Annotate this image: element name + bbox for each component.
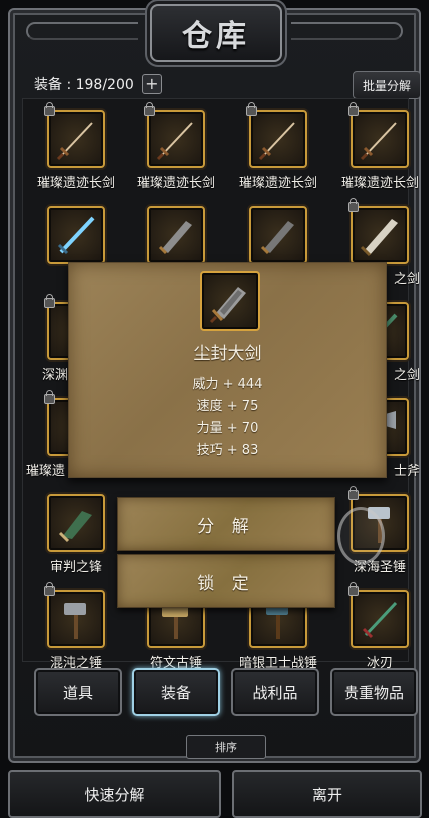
stat-speed: 速度 + 75: [196, 399, 259, 414]
stat-skill: 技巧 + 83: [196, 443, 259, 458]
lock-icon: [44, 294, 55, 308]
selected-item-slot: [200, 271, 260, 331]
tab-loot[interactable]: 战利品: [231, 668, 319, 716]
item-name: 璀璨遗迹长剑: [136, 176, 215, 191]
inventory-count: 装备 : 198/200 +: [34, 73, 162, 95]
item-name: 璀璨遗迹长剑: [36, 176, 115, 191]
item-cell[interactable]: [228, 206, 328, 264]
touch-indicator: [337, 507, 385, 565]
item-cell[interactable]: 璀璨遗迹长剑: [228, 102, 328, 191]
leave-button[interactable]: 离开: [232, 770, 422, 818]
hammer-icon: [64, 603, 86, 639]
title-plate: 仓库: [150, 4, 282, 62]
great-sword-icon: [360, 219, 398, 257]
item-slot[interactable]: [47, 494, 105, 552]
expand-capacity-button[interactable]: +: [141, 74, 162, 94]
item-cell[interactable]: 璀璨遗迹长剑: [126, 102, 226, 191]
item-name: 深海圣锤: [353, 560, 406, 575]
long-sword-icon: [258, 122, 295, 161]
stat-power: 威力 + 444: [192, 377, 263, 392]
long-sword-icon: [360, 122, 397, 161]
item-slot[interactable]: [348, 102, 409, 168]
item-cell[interactable]: 冰刃: [330, 582, 429, 671]
header-ornament-left: [26, 22, 138, 40]
header-ornament-right: [291, 22, 403, 40]
tab-equipment[interactable]: 装备: [132, 668, 220, 716]
lock-icon: [44, 390, 55, 404]
lock-button[interactable]: 锁 定: [117, 554, 335, 608]
ice-blade-icon: [362, 601, 398, 639]
decompose-button[interactable]: 分 解: [117, 497, 335, 551]
quick-decompose-button[interactable]: 快速分解: [8, 770, 221, 818]
broad-sword-icon: [260, 221, 294, 255]
item-slot[interactable]: [147, 206, 205, 264]
item-slot[interactable]: [44, 102, 105, 168]
item-detail-popup: 尘封大剑 威力 + 444 速度 + 75 力量 + 70 技巧 + 83: [68, 262, 387, 478]
item-slot[interactable]: [47, 206, 105, 264]
item-cell[interactable]: 璀璨遗迹长剑: [26, 102, 126, 191]
page-title: 仓库: [182, 19, 250, 54]
batch-decompose-button[interactable]: 批量分解: [353, 71, 421, 99]
tab-items[interactable]: 道具: [34, 668, 122, 716]
judgement-blade-icon: [58, 511, 92, 543]
item-slot[interactable]: [246, 102, 307, 168]
item-cell[interactable]: 混沌之锤: [26, 582, 126, 671]
long-sword-icon: [156, 122, 193, 161]
item-slot[interactable]: [249, 206, 307, 264]
ice-sword-icon: [57, 216, 95, 255]
great-sword-icon: [209, 287, 246, 324]
item-slot[interactable]: [144, 102, 205, 168]
item-cell[interactable]: 审判之锋: [26, 494, 126, 575]
long-sword-icon: [56, 122, 93, 161]
sort-button[interactable]: 排序: [186, 735, 266, 759]
item-slot[interactable]: [348, 582, 409, 648]
item-name: 审判之锋: [49, 560, 102, 575]
broad-sword-icon: [158, 221, 192, 255]
item-slot[interactable]: [348, 198, 409, 264]
item-name: 璀璨遗迹长剑: [340, 176, 419, 191]
item-cell[interactable]: [126, 206, 226, 264]
item-slot[interactable]: [44, 582, 105, 648]
stat-strength: 力量 + 70: [196, 421, 259, 436]
tab-valuables[interactable]: 贵重物品: [330, 668, 418, 716]
item-name: 璀璨遗迹长剑: [238, 176, 317, 191]
item-cell[interactable]: 璀璨遗迹长剑: [330, 102, 429, 191]
selected-item-name: 尘封大剑: [193, 344, 262, 364]
inventory-count-label: 装备 : 198/200: [34, 77, 134, 93]
